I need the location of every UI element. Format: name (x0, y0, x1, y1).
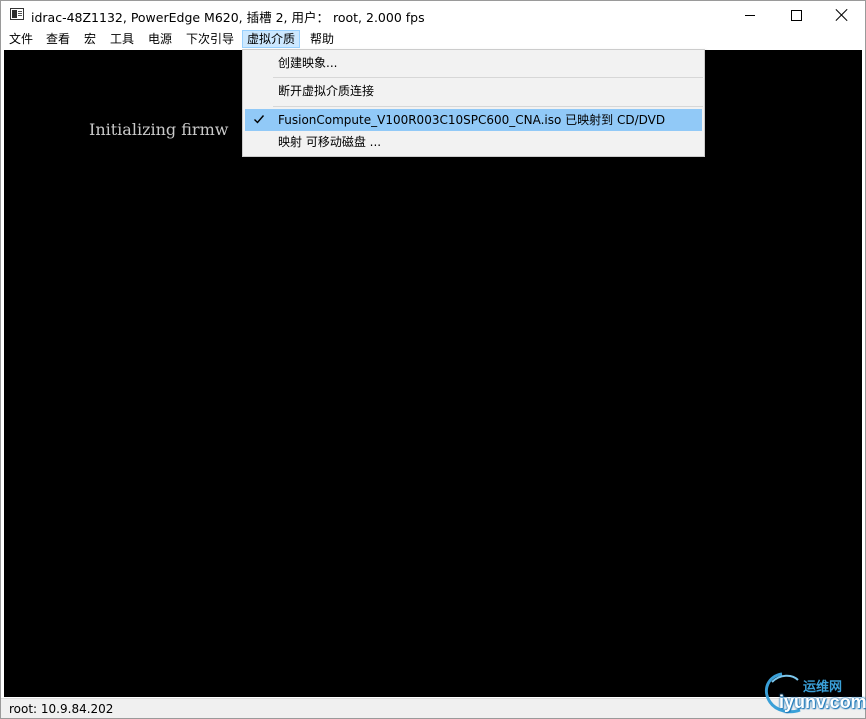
menu-power[interactable]: 电源 (144, 30, 176, 48)
checkmark-icon (254, 115, 265, 124)
menu-item-label: 创建映象... (278, 56, 338, 70)
menu-item-label: 断开虚拟介质连接 (278, 84, 375, 98)
menu-tools[interactable]: 工具 (106, 30, 138, 48)
menu-item-map-removable-disk[interactable]: 映射 可移动磁盘 ... (245, 131, 702, 153)
watermark-text-en: iyunv.com (779, 692, 866, 712)
minimize-icon (745, 14, 755, 16)
menu-item-mapped-cd-dvd[interactable]: FusionCompute_V100R003C10SPC600_CNA.iso … (245, 109, 702, 131)
menu-file[interactable]: 文件 (5, 30, 37, 48)
maximize-icon (790, 9, 802, 21)
menu-next-boot[interactable]: 下次引导 (182, 30, 238, 48)
minimize-button[interactable] (727, 1, 773, 29)
menu-item-label: 映射 可移动磁盘 ... (278, 135, 382, 149)
menu-separator (273, 77, 703, 78)
menu-item-disconnect-virtual-media[interactable]: 断开虚拟介质连接 (245, 80, 702, 102)
console-text: Initializing firmw (89, 120, 229, 139)
status-bar: root: 10.9.84.202 (1, 698, 865, 718)
virtual-media-dropdown: 创建映象... 断开虚拟介质连接 FusionCompute_V100R003C… (242, 49, 705, 157)
app-window: idrac-48Z1132, PowerEdge M620, 插槽 2, 用户：… (0, 0, 866, 719)
menu-bar: 文件 查看 宏 工具 电源 下次引导 虚拟介质 帮助 (1, 29, 865, 49)
menu-separator (273, 106, 703, 107)
maximize-button[interactable] (773, 1, 819, 29)
close-icon (836, 9, 848, 21)
menu-item-create-image[interactable]: 创建映象... (245, 52, 702, 74)
window-title: idrac-48Z1132, PowerEdge M620, 插槽 2, 用户：… (31, 10, 425, 25)
menu-item-label: FusionCompute_V100R003C10SPC600_CNA.iso … (278, 113, 666, 127)
title-bar[interactable]: idrac-48Z1132, PowerEdge M620, 插槽 2, 用户：… (1, 1, 865, 29)
menu-view[interactable]: 查看 (42, 30, 74, 48)
menu-help[interactable]: 帮助 (306, 30, 338, 48)
menu-macro[interactable]: 宏 (80, 30, 100, 48)
close-button[interactable] (819, 1, 865, 29)
menu-virtual-media[interactable]: 虚拟介质 (242, 30, 301, 48)
console-window-icon (10, 8, 24, 20)
status-text: root: 10.9.84.202 (9, 702, 114, 716)
